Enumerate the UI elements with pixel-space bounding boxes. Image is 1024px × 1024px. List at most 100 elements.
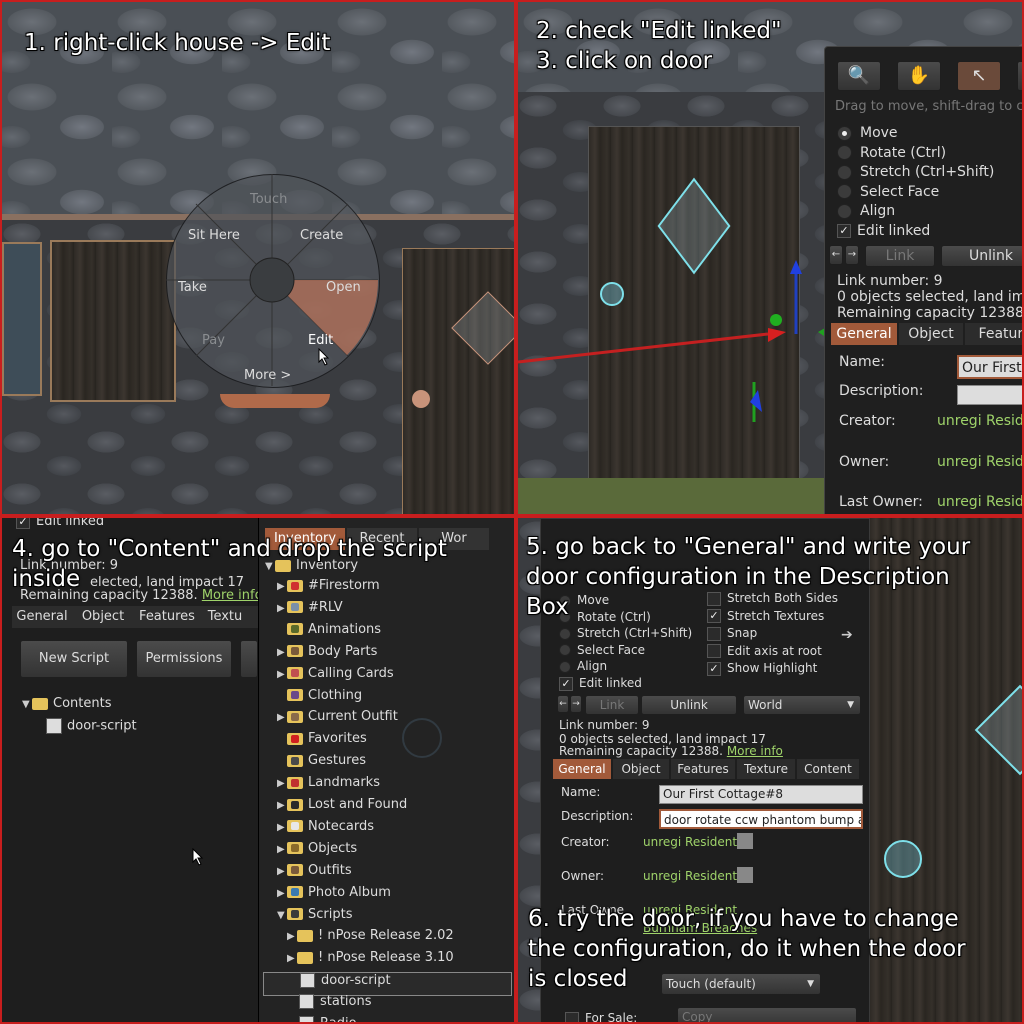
create-tool-button[interactable]: [1017, 61, 1022, 91]
option-edit-axis-at-root[interactable]: Edit axis at root: [707, 644, 822, 659]
mode-radio-align[interactable]: Align: [837, 203, 895, 219]
mode-radio-stretch-ctrl-shift[interactable]: Stretch (Ctrl+Shift): [559, 626, 692, 640]
copy-dropdown[interactable]: Copy: [677, 1007, 857, 1022]
inventory-item-stations[interactable]: stations: [299, 994, 372, 1016]
for-sale-checkbox[interactable]: For Sale:: [565, 1011, 637, 1022]
inventory-folder-calling-cards[interactable]: ▶ Calling Cards: [277, 666, 394, 688]
script-icon: [299, 994, 314, 1010]
tab-general[interactable]: General: [553, 759, 611, 779]
inventory-folder-outfits[interactable]: ▶ Outfits: [277, 863, 352, 885]
owner-link[interactable]: unregi Resident: [643, 869, 737, 883]
tab-content[interactable]: Content: [797, 759, 859, 779]
tab-object[interactable]: Object: [613, 759, 669, 779]
pie-take[interactable]: Take: [178, 280, 207, 295]
link-button[interactable]: Link: [585, 695, 639, 715]
folder-label: Current Outfit: [308, 709, 398, 725]
inventory-folder-photo-album[interactable]: ▶ Photo Album: [277, 885, 391, 907]
permissions-button[interactable]: Permissions: [136, 640, 232, 678]
owner-link[interactable]: unregi Reside: [937, 454, 1022, 470]
inventory-folder-notecards[interactable]: ▶ Notecards: [277, 819, 374, 841]
arrow-right-icon[interactable]: ➔: [841, 627, 853, 643]
zoom-tool-button[interactable]: 🔍: [837, 61, 881, 91]
folder-label: Calling Cards: [308, 665, 394, 681]
folder-icon: [297, 951, 313, 964]
inventory-folder-scripts[interactable]: ▼ Scripts: [277, 907, 352, 929]
tab-object[interactable]: Object: [899, 323, 963, 345]
inventory-folder-favorites[interactable]: Favorites: [277, 731, 367, 753]
tab-general[interactable]: General: [12, 606, 72, 628]
inventory-folder-gestures[interactable]: Gestures: [277, 753, 366, 775]
description-field[interactable]: door rotate ccw phantom bump aut: [659, 809, 863, 829]
edit-tool-window: 🔍 ✋ ↖ Drag to move, shift-drag to c Move…: [824, 46, 1022, 514]
tab-texture[interactable]: Texture: [737, 759, 795, 779]
door-script-item[interactable]: door-script: [46, 718, 137, 734]
extra-button[interactable]: [240, 640, 258, 678]
option-show-highlight[interactable]: ✓ Show Highlight: [707, 661, 817, 676]
edit-tool-button[interactable]: ↖: [957, 61, 1001, 91]
creator-link[interactable]: unregi Reside: [937, 413, 1022, 429]
sale-check-icon: [565, 1011, 579, 1022]
edit-linked-checkbox[interactable]: ✓ Edit linked: [837, 223, 930, 239]
inventory-folder-clothing[interactable]: Clothing: [277, 688, 362, 710]
pie-more[interactable]: More >: [244, 368, 291, 383]
folder-badge-icon: [291, 691, 299, 699]
inventory-item-door-script[interactable]: door-script: [263, 972, 512, 997]
owner-profile-icon[interactable]: [737, 867, 753, 883]
unlink-button[interactable]: Unlink: [941, 245, 1022, 267]
tab-textu[interactable]: Textu: [200, 606, 250, 628]
inventory-folder-landmarks[interactable]: ▶ Landmarks: [277, 775, 380, 797]
inventory-folder-objects[interactable]: ▶ Objects: [277, 841, 357, 863]
mode-radio-align[interactable]: Align: [559, 659, 607, 673]
creator-link[interactable]: unregi Resident: [643, 835, 737, 849]
tab-object[interactable]: Object: [72, 606, 134, 628]
edit-linked-checkbox[interactable]: ✓ Edit linked: [16, 518, 104, 529]
name-field[interactable]: Our First C: [957, 355, 1022, 379]
option-label: Edit axis at root: [727, 643, 822, 658]
option-snap[interactable]: Snap: [707, 626, 757, 641]
world-dropdown[interactable]: World ▼: [743, 695, 861, 715]
unlink-button[interactable]: Unlink: [641, 695, 737, 715]
window-shutter[interactable]: [50, 240, 176, 402]
link-button[interactable]: Link: [865, 245, 935, 267]
edit-linked-checkbox[interactable]: ✓ Edit linked: [559, 676, 642, 691]
mode-radio-stretch-ctrl-shift[interactable]: Stretch (Ctrl+Shift): [837, 164, 994, 180]
inventory-folder-body-parts[interactable]: ▶ Body Parts: [277, 644, 377, 666]
tab-features[interactable]: Features: [134, 606, 200, 628]
mode-radio-select-face[interactable]: Select Face: [559, 643, 645, 657]
folder-label: Objects: [308, 840, 358, 856]
arrow-left-button[interactable]: ←: [557, 695, 569, 713]
arrow-left-button[interactable]: ←: [829, 245, 843, 265]
arrow-right-button[interactable]: →: [570, 695, 582, 713]
pie-edit[interactable]: Edit: [308, 333, 333, 348]
inventory-folder-npose-release-2-02[interactable]: ▶ ! nPose Release 2.02: [287, 928, 454, 950]
more-info-link[interactable]: More info: [727, 744, 783, 758]
mode-radio-move[interactable]: Move: [837, 125, 898, 141]
house-door[interactable]: [402, 248, 514, 514]
mode-radio-select-face[interactable]: Select Face: [837, 184, 939, 200]
pie-sit-here[interactable]: Sit Here: [188, 228, 240, 243]
tab-feature[interactable]: Feature: [965, 323, 1022, 345]
mode-radio-rotate-ctrl[interactable]: Rotate (Ctrl): [837, 145, 946, 161]
pie-pay: Pay: [202, 333, 225, 348]
creator-profile-icon[interactable]: [737, 833, 753, 849]
new-script-button[interactable]: New Script: [20, 640, 128, 678]
inventory-folder-animations[interactable]: Animations: [277, 622, 381, 644]
contents-folder[interactable]: ▼ Contents: [22, 696, 111, 711]
inventory-folder-current-outfit[interactable]: ▶ Current Outfit: [277, 709, 398, 731]
description-field[interactable]: [957, 385, 1022, 405]
pie-open[interactable]: Open: [326, 280, 361, 295]
radio-icon: [559, 644, 571, 656]
inventory-folder-npose-release-3-10[interactable]: ▶ ! nPose Release 3.10: [287, 950, 454, 972]
pie-create[interactable]: Create: [300, 228, 343, 243]
inventory-folder-rlv[interactable]: ▶ #RLV: [277, 600, 343, 622]
tab-general[interactable]: General: [831, 323, 897, 345]
last-owner-link[interactable]: unregi Reside: [937, 494, 1022, 510]
inventory-item-radio[interactable]: Radio: [299, 1016, 357, 1022]
tab-features[interactable]: Features: [671, 759, 735, 779]
mouse-cursor-icon: [318, 348, 330, 366]
name-field[interactable]: Our First Cottage#8: [659, 785, 863, 804]
arrow-right-button[interactable]: →: [845, 245, 859, 265]
inventory-folder-lost-and-found[interactable]: ▶ Lost and Found: [277, 797, 407, 819]
move-gizmo[interactable]: [518, 2, 838, 516]
grab-tool-button[interactable]: ✋: [897, 61, 941, 91]
